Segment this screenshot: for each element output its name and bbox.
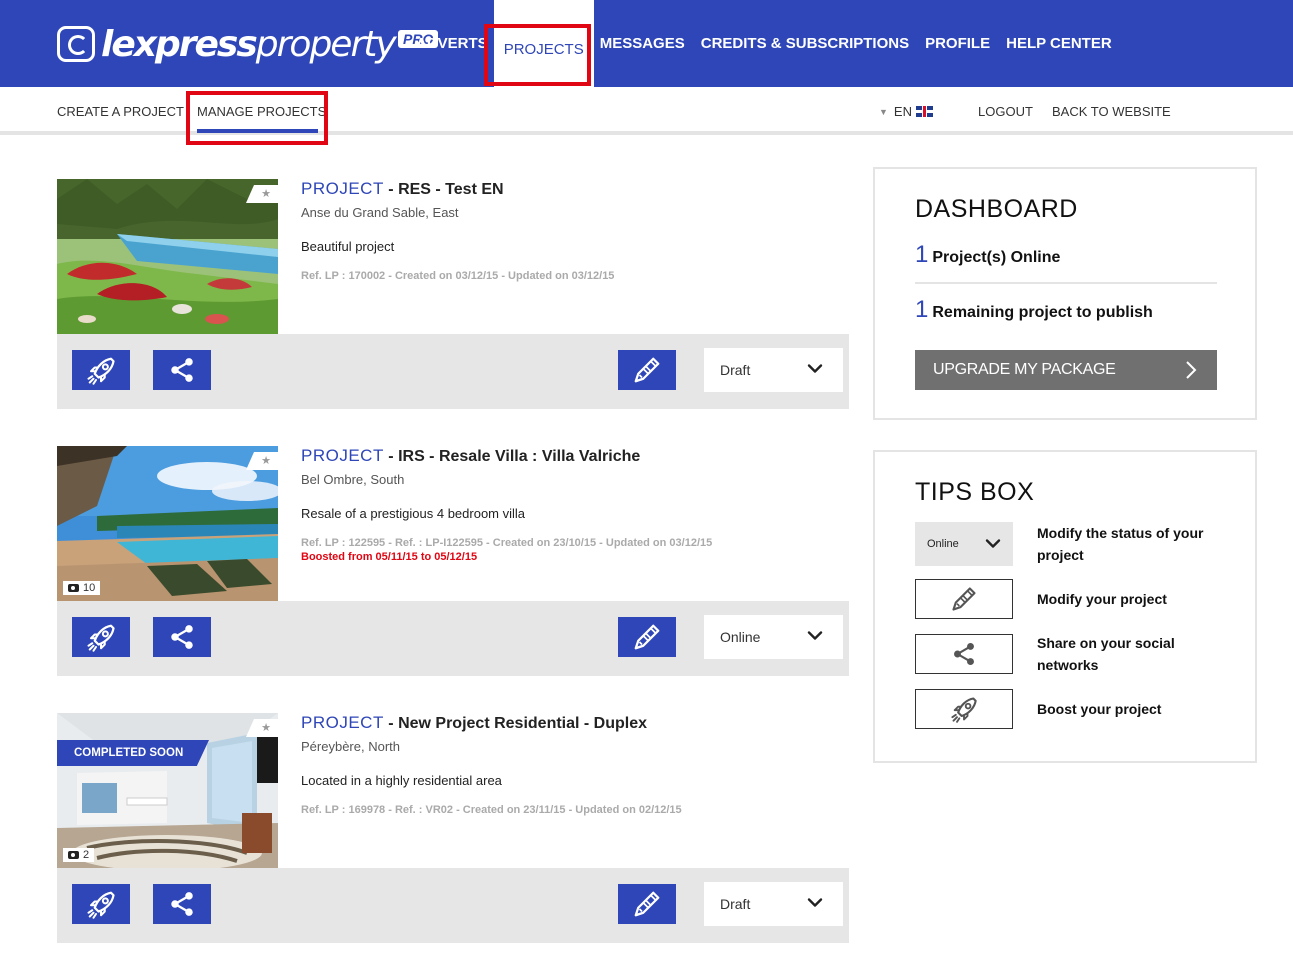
photo-count-badge[interactable]: 10: [63, 581, 101, 595]
caret-down-icon: ▼: [879, 106, 888, 117]
project-description: Resale of a prestigious 4 bedroom villa: [301, 506, 526, 521]
pencil-icon: [634, 624, 660, 650]
nav-adverts[interactable]: ADVERTS: [416, 35, 488, 52]
rocket-icon: [87, 891, 115, 919]
share-sample: [915, 634, 1013, 674]
pencil-icon: [952, 587, 976, 611]
language-selector[interactable]: ▼ EN: [879, 104, 933, 119]
project-photo: [57, 179, 278, 334]
project-location: Péreybère, North: [301, 739, 400, 754]
share-icon: [170, 890, 194, 918]
nav-profile[interactable]: PROFILE: [925, 35, 990, 52]
project-photo: [57, 446, 278, 601]
nav-help-center[interactable]: HELP CENTER: [1006, 35, 1112, 52]
back-to-website-link[interactable]: BACK TO WEBSITE: [1052, 104, 1171, 119]
tips-box-panel: TIPS BOX Online Modify the status of you…: [873, 450, 1257, 763]
boost-button[interactable]: [72, 350, 130, 390]
nav-messages[interactable]: MESSAGES: [600, 35, 685, 52]
edit-button[interactable]: [618, 884, 676, 924]
project-photo: [57, 713, 278, 868]
chevron-down-icon: [985, 539, 1001, 548]
logout-link[interactable]: LOGOUT: [978, 104, 1033, 119]
boost-period: Boosted from 05/11/15 to 05/12/15: [301, 551, 478, 563]
project-reference: Ref. LP : 122595 - Ref. : LP-I122595 - C…: [301, 537, 713, 549]
boost-button[interactable]: [72, 884, 130, 924]
status-select[interactable]: Online: [704, 615, 843, 659]
project-info: PROJECT - IRS - Resale Villa : Villa Val…: [301, 446, 841, 563]
highlight-box-projects: [484, 24, 591, 86]
boost-sample: [915, 689, 1013, 729]
rocket-icon: [951, 697, 977, 723]
share-button[interactable]: [153, 350, 211, 390]
dashboard-panel: DASHBOARD 1 Project(s) Online 1 Remaining …: [873, 167, 1257, 420]
project-action-bar: Online: [57, 601, 849, 676]
tip-text: Share on your social networks: [1037, 635, 1175, 673]
tip-text: Modify the status of your project: [1037, 525, 1204, 563]
project-title[interactable]: PROJECT - RES - Test EN: [301, 179, 841, 199]
online-projects-stat: 1 Project(s) Online: [915, 241, 1061, 268]
share-icon: [170, 356, 194, 384]
uk-flag-icon: [915, 106, 933, 117]
completed-soon-ribbon: COMPLETED SOON: [57, 740, 209, 766]
status-select[interactable]: Draft: [704, 882, 843, 926]
project-title[interactable]: PROJECT - New Project Residential - Dupl…: [301, 713, 841, 733]
rocket-icon: [87, 357, 115, 385]
chevron-down-icon: [807, 631, 823, 640]
divider: [915, 282, 1217, 284]
rocket-icon: [87, 624, 115, 652]
project-description: Located in a highly residential area: [301, 773, 502, 788]
status-value: Online: [720, 629, 761, 645]
pencil-icon: [634, 357, 660, 383]
edit-button[interactable]: [618, 350, 676, 390]
tip-text: Modify your project: [1037, 591, 1167, 607]
project-card: ★ PROJECT - RES - Test EN Anse du Grand …: [57, 179, 849, 409]
chevron-down-icon: [807, 898, 823, 907]
create-project-link[interactable]: CREATE A PROJECT: [57, 104, 184, 119]
share-icon: [170, 623, 194, 651]
project-location: Bel Ombre, South: [301, 472, 405, 487]
camera-icon: [68, 584, 79, 592]
upgrade-package-button[interactable]: UPGRADE MY PACKAGE: [915, 350, 1217, 390]
nav-credits-subscriptions[interactable]: CREDITS & SUBSCRIPTIONS: [701, 35, 909, 52]
project-reference: Ref. LP : 170002 - Created on 03/12/15 -…: [301, 270, 615, 282]
project-reference: Ref. LP : 169978 - Ref. : VR02 - Created…: [301, 804, 682, 816]
project-action-bar: Draft: [57, 868, 849, 943]
chevron-right-icon: [1186, 361, 1197, 379]
top-header: lexpressproperty PRO ADVERTS PROJECTS ME…: [0, 0, 1293, 87]
edit-button[interactable]: [618, 617, 676, 657]
tips-box-title: TIPS BOX: [915, 478, 1035, 506]
share-icon: [952, 641, 976, 667]
status-select[interactable]: Draft: [704, 348, 843, 392]
project-action-bar: Draft: [57, 334, 849, 409]
project-title[interactable]: PROJECT - IRS - Resale Villa : Villa Val…: [301, 446, 841, 466]
logo-text: lexpressproperty: [101, 23, 397, 65]
camera-icon: [68, 851, 79, 859]
edit-sample: [915, 579, 1013, 619]
remaining-projects-stat: 1 Remaining project to publish: [915, 296, 1153, 323]
project-info: PROJECT - RES - Test EN Anse du Grand Sa…: [301, 179, 841, 282]
language-code: EN: [893, 104, 912, 119]
project-card: COMPLETED SOON ★ 2 PROJECT - New Project…: [57, 713, 849, 943]
status-value: Draft: [720, 362, 751, 378]
logo-icon: [57, 26, 95, 62]
project-description: Beautiful project: [301, 239, 395, 254]
tip-text: Boost your project: [1037, 701, 1162, 717]
site-logo[interactable]: lexpressproperty PRO: [57, 18, 439, 70]
project-location: Anse du Grand Sable, East: [301, 205, 459, 220]
project-card: ★ 10 PROJECT - IRS - Resale Villa : Vill…: [57, 446, 849, 676]
chevron-down-icon: [807, 364, 823, 373]
project-thumbnail[interactable]: ★: [57, 179, 278, 334]
project-thumbnail[interactable]: ★ 10: [57, 446, 278, 601]
photo-count-badge[interactable]: 2: [63, 848, 95, 862]
share-button[interactable]: [153, 617, 211, 657]
project-thumbnail[interactable]: COMPLETED SOON ★ 2: [57, 713, 278, 868]
share-button[interactable]: [153, 884, 211, 924]
project-info: PROJECT - New Project Residential - Dupl…: [301, 713, 841, 816]
status-value: Draft: [720, 896, 751, 912]
status-select-sample: Online: [915, 522, 1013, 566]
dashboard-title: DASHBOARD: [915, 195, 1078, 223]
highlight-box-manage: [186, 91, 328, 145]
boost-button[interactable]: [72, 617, 130, 657]
pencil-icon: [634, 891, 660, 917]
